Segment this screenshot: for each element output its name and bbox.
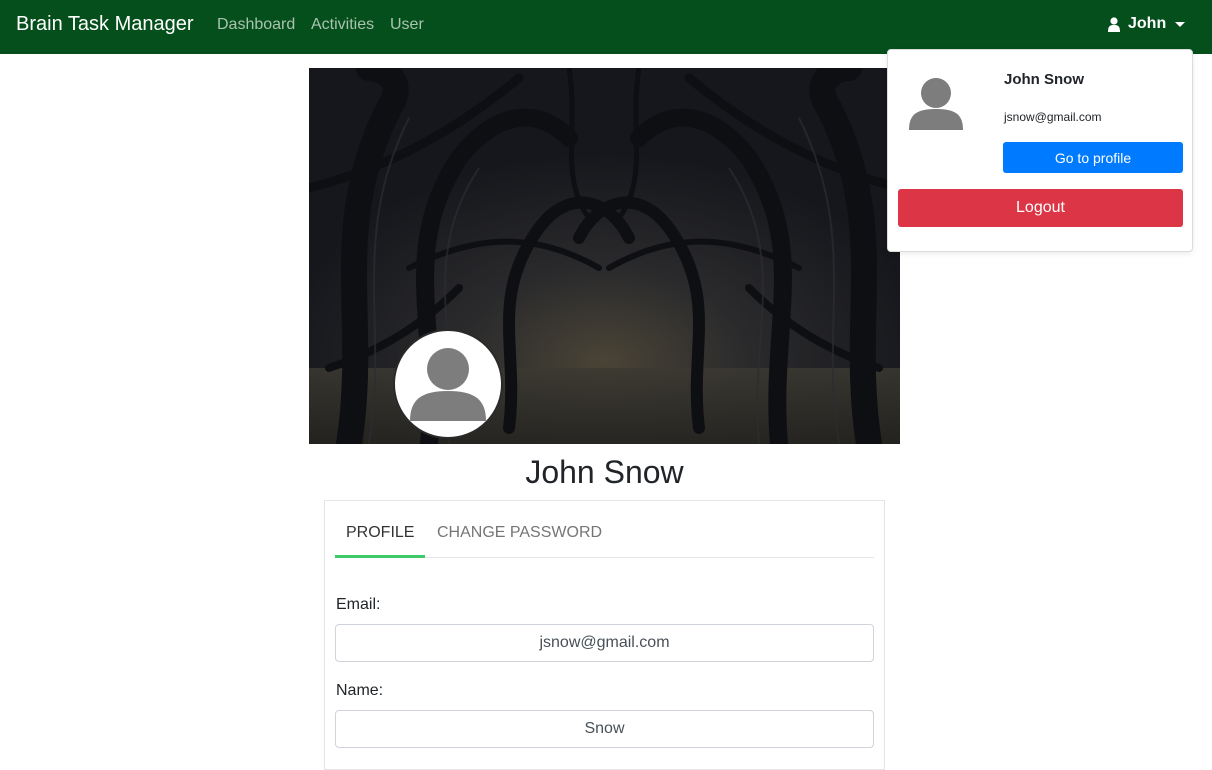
avatar-placeholder-icon — [410, 348, 486, 421]
go-to-profile-button[interactable]: Go to profile — [1003, 142, 1183, 173]
nav-link-user[interactable]: User — [390, 16, 424, 34]
user-dropdown-menu: John Snow jsnow@gmail.com Go to profile … — [887, 49, 1193, 252]
avatar-placeholder-icon — [909, 78, 963, 130]
profile-card: PROFILE CHANGE PASSWORD Email: Name: — [324, 500, 885, 770]
profile-name: John Snow — [525, 454, 684, 490]
active-tab-indicator — [335, 555, 425, 558]
navbar: Brain Task Manager Dashboard Activities … — [0, 0, 1212, 54]
email-label: Email: — [336, 596, 381, 613]
tab-change-password[interactable]: CHANGE PASSWORD — [437, 524, 602, 542]
dropdown-user-name: John Snow — [1004, 71, 1084, 88]
name-label: Name: — [336, 682, 384, 699]
profile-avatar — [393, 329, 503, 439]
tab-profile[interactable]: PROFILE — [346, 524, 414, 542]
name-field[interactable] — [335, 710, 874, 748]
nav-link-dashboard[interactable]: Dashboard — [217, 16, 295, 34]
brand-logo[interactable]: Brain Task Manager — [16, 13, 194, 36]
user-menu-toggle[interactable]: John — [1108, 15, 1186, 33]
nav-link-activities[interactable]: Activities — [311, 16, 374, 34]
email-field[interactable] — [335, 624, 874, 662]
logout-button[interactable]: Logout — [898, 189, 1183, 227]
profile-tabs: PROFILE CHANGE PASSWORD — [335, 501, 874, 558]
user-icon — [1108, 16, 1120, 32]
user-menu-label: John — [1128, 15, 1167, 32]
caret-down-icon — [1175, 21, 1186, 27]
dropdown-user-email: jsnow@gmail.com — [1004, 110, 1102, 124]
